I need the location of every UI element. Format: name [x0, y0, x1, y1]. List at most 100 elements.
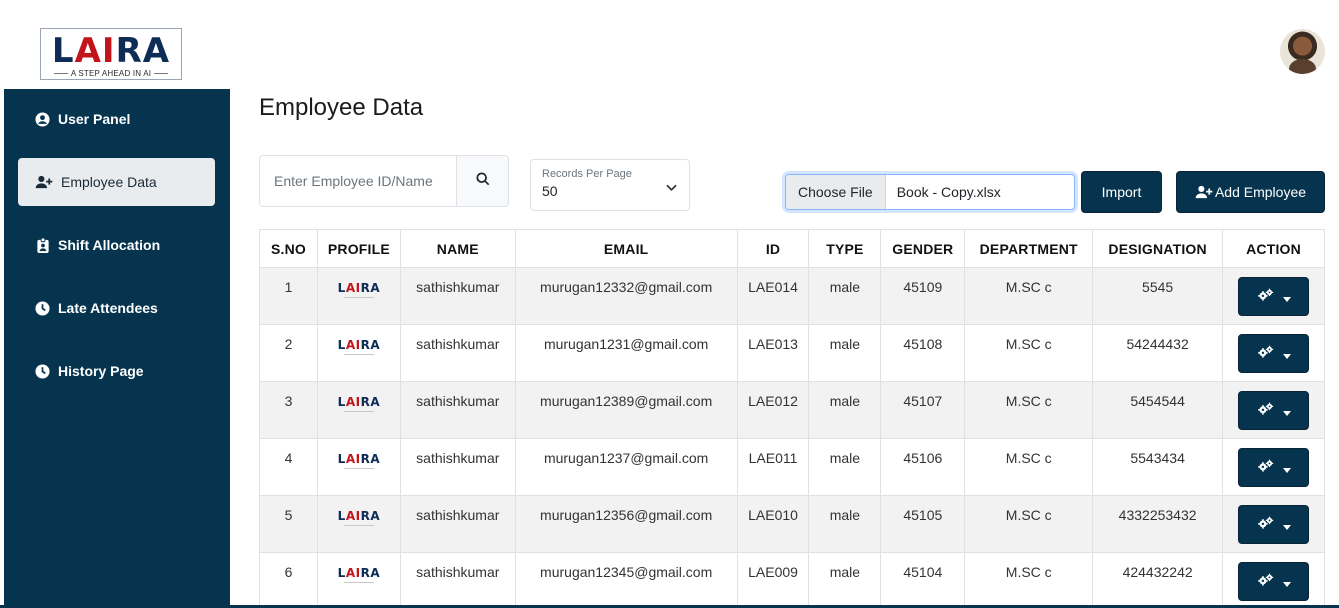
row-action-dropdown-button[interactable]: [1238, 391, 1310, 430]
profile-cell: LAIRA: [316, 324, 401, 382]
caret-down-icon: [1282, 517, 1291, 533]
cell-designation: 5545: [1092, 267, 1224, 325]
cell-name: sathishkumar: [399, 495, 516, 553]
profile-cell: LAIRA: [316, 381, 401, 439]
column-header: TYPE: [808, 229, 882, 268]
records-per-page-label: Records Per Page: [542, 168, 632, 180]
table-row: 6 LAIRA sathishkumar murugan12345@gmail.com…: [259, 552, 1325, 608]
cell-email: murugan1231@gmail.com: [514, 324, 738, 382]
sidebar-item-late-attendees[interactable]: Late Attendees: [18, 284, 215, 332]
sidebar-item-label: Shift Allocation: [58, 237, 161, 253]
sidebar-item-history-page[interactable]: History Page: [18, 347, 215, 395]
cell-department: M.SC c: [964, 552, 1094, 608]
sidebar: User Panel Employee Data Shift Allocatio…: [4, 89, 230, 608]
profile-cell: LAIRA: [316, 438, 401, 496]
column-header: PROFILE: [316, 229, 401, 268]
cell-gender: 45108: [880, 324, 966, 382]
user-plus-icon: [35, 175, 53, 190]
sidebar-item-user-panel[interactable]: User Panel: [18, 95, 215, 143]
sidebar-item-label: Late Attendees: [58, 300, 158, 316]
logo-tagline: A STEP AHEAD IN AI: [41, 69, 181, 78]
caret-down-icon: [1282, 460, 1291, 476]
sidebar-item-label: Employee Data: [61, 174, 157, 190]
cell-gender: 45107: [880, 381, 966, 439]
cell-department: M.SC c: [964, 438, 1094, 496]
column-header: DESIGNATION: [1092, 229, 1224, 268]
row-action-dropdown-button[interactable]: [1238, 505, 1310, 544]
gears-icon: [1257, 516, 1275, 533]
cell-id: LAE013: [736, 324, 810, 382]
cell-email: murugan12345@gmail.com: [514, 552, 738, 608]
cell-sno: 6: [259, 552, 318, 608]
table-row: 2 LAIRA sathishkumar murugan1231@gmail.com L…: [259, 324, 1325, 382]
profile-cell: LAIRA: [316, 267, 401, 325]
cell-id: LAE010: [736, 495, 810, 553]
search-button[interactable]: [456, 156, 508, 206]
row-action-dropdown-button[interactable]: [1238, 277, 1310, 316]
table-row: 1 LAIRA sathishkumar murugan12332@gmail.com…: [259, 267, 1325, 325]
cell-name: sathishkumar: [399, 324, 516, 382]
cell-type: male: [808, 267, 882, 325]
search-input[interactable]: [260, 156, 456, 206]
user-avatar[interactable]: [1280, 29, 1325, 74]
cell-name: sathishkumar: [399, 438, 516, 496]
column-header: DEPARTMENT: [964, 229, 1094, 268]
sidebar-item-shift-allocation[interactable]: Shift Allocation: [18, 221, 215, 269]
cell-department: M.SC c: [964, 495, 1094, 553]
cell-sno: 4: [259, 438, 318, 496]
cell-type: male: [808, 552, 882, 608]
cell-sno: 3: [259, 381, 318, 439]
profile-image: LAIRA: [337, 509, 381, 526]
import-button[interactable]: Import: [1081, 171, 1162, 213]
caret-down-icon: [1282, 574, 1291, 590]
records-per-page-select[interactable]: Records Per Page 50: [530, 159, 690, 211]
clock-icon: [35, 300, 50, 316]
cell-email: murugan12389@gmail.com: [514, 381, 738, 439]
cell-sno: 1: [259, 267, 318, 325]
column-header: S.NO: [259, 229, 318, 268]
profile-image: LAIRA: [337, 395, 381, 412]
column-header: ID: [736, 229, 810, 268]
search-bar: [259, 155, 509, 207]
cell-gender: 45105: [880, 495, 966, 553]
cell-designation: 5454544: [1092, 381, 1224, 439]
cell-type: male: [808, 324, 882, 382]
gears-icon: [1257, 345, 1275, 362]
cell-department: M.SC c: [964, 381, 1094, 439]
cell-email: murugan12332@gmail.com: [514, 267, 738, 325]
table-row: 5 LAIRA sathishkumar murugan12356@gmail.com…: [259, 495, 1325, 553]
records-per-page-value: 50: [542, 183, 558, 199]
column-header: GENDER: [880, 229, 966, 268]
profile-image: LAIRA: [337, 452, 381, 469]
search-icon: [475, 171, 490, 191]
column-header: NAME: [399, 229, 516, 268]
cell-name: sathishkumar: [399, 267, 516, 325]
gears-icon: [1257, 459, 1275, 476]
cell-type: male: [808, 438, 882, 496]
user-circle-icon: [35, 111, 50, 127]
action-cell: [1222, 324, 1325, 382]
chevron-down-icon: [666, 179, 677, 197]
cell-name: sathishkumar: [399, 552, 516, 608]
cell-department: M.SC c: [964, 267, 1094, 325]
profile-image: LAIRA: [337, 566, 381, 583]
caret-down-icon: [1282, 289, 1291, 305]
column-header: EMAIL: [514, 229, 738, 268]
user-plus-icon: [1195, 185, 1213, 199]
sidebar-item-label: History Page: [58, 363, 144, 379]
add-employee-button[interactable]: Add Employee: [1176, 171, 1325, 213]
company-logo: LAIRA A STEP AHEAD IN AI: [40, 28, 182, 80]
caret-down-icon: [1282, 403, 1291, 419]
cell-email: murugan1237@gmail.com: [514, 438, 738, 496]
cell-id: LAE012: [736, 381, 810, 439]
file-input[interactable]: Choose File Book - Copy.xlsx: [785, 174, 1075, 210]
employee-table: S.NO PROFILE NAME EMAIL ID TYPE GENDER D…: [259, 229, 1325, 608]
row-action-dropdown-button[interactable]: [1238, 448, 1310, 487]
action-cell: [1222, 381, 1325, 439]
row-action-dropdown-button[interactable]: [1238, 562, 1310, 601]
gears-icon: [1257, 288, 1275, 305]
choose-file-button[interactable]: Choose File: [786, 175, 886, 209]
cell-designation: 424432242: [1092, 552, 1224, 608]
row-action-dropdown-button[interactable]: [1238, 334, 1310, 373]
sidebar-item-employee-data[interactable]: Employee Data: [18, 158, 215, 206]
